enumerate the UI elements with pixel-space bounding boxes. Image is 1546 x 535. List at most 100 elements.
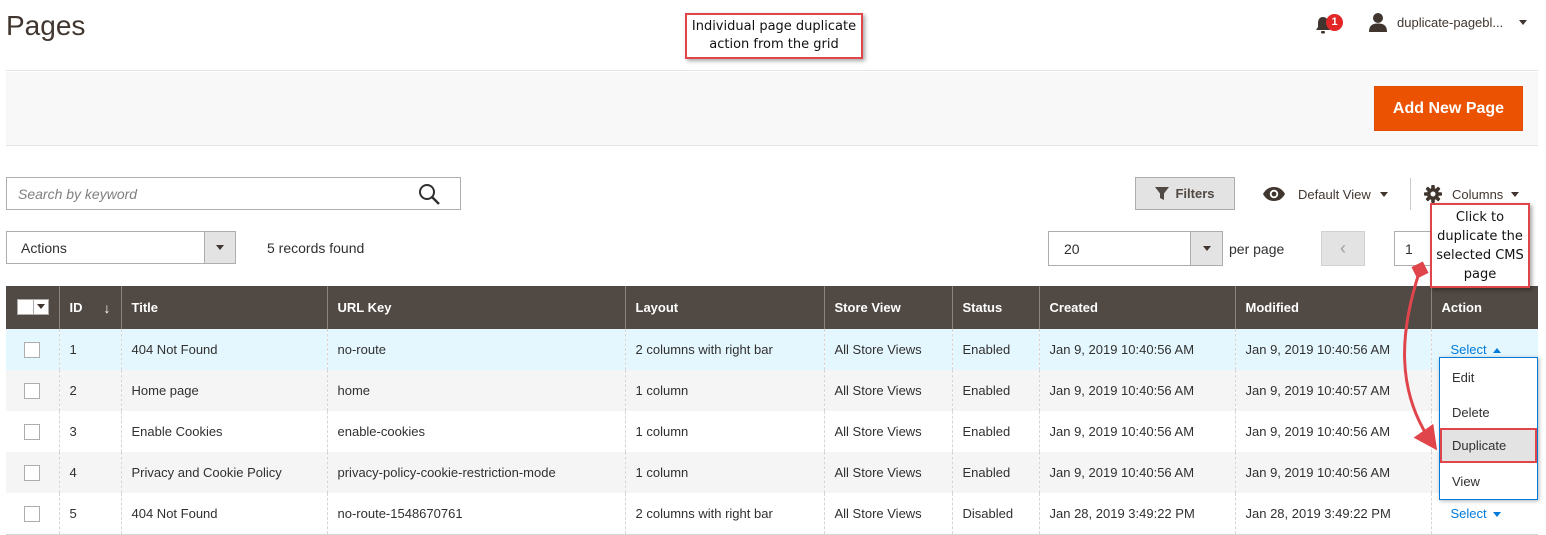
- select-action-link[interactable]: Select: [1451, 506, 1501, 521]
- chevron-down-icon: [1202, 246, 1211, 251]
- current-page-input[interactable]: 1: [1394, 231, 1434, 266]
- row-checkbox[interactable]: [24, 505, 40, 522]
- cell-status: Disabled: [951, 493, 1039, 535]
- user-account-menu[interactable]: duplicate-pagebl...: [1368, 11, 1527, 33]
- table-row[interactable]: 2 Home page home 1 column All Store View…: [6, 370, 1538, 411]
- column-header-title[interactable]: Title: [120, 286, 327, 329]
- pages-grid: ID ↓ Title URL Key Layout Store View Stat…: [6, 286, 1538, 535]
- cell-id: 5: [58, 493, 121, 535]
- cell-created: Jan 9, 2019 10:40:56 AM: [1038, 452, 1235, 493]
- action-menu-item-view[interactable]: View: [1440, 464, 1537, 499]
- per-page-select[interactable]: 20: [1048, 231, 1223, 266]
- select-all-header[interactable]: [6, 286, 59, 329]
- view-label: Default View: [1298, 186, 1371, 202]
- action-menu-item-delete[interactable]: Delete: [1440, 395, 1537, 430]
- column-header-store-view[interactable]: Store View: [823, 286, 952, 329]
- chevron-left-icon: ‹: [1340, 238, 1346, 258]
- cell-store-view: All Store Views: [823, 452, 952, 493]
- cell-id: 1: [58, 329, 121, 370]
- cell-modified: Jan 9, 2019 10:40:56 AM: [1234, 411, 1431, 452]
- cell-store-view: All Store Views: [823, 329, 952, 370]
- action-menu-item-duplicate[interactable]: Duplicate: [1440, 428, 1537, 463]
- table-row[interactable]: 5 404 Not Found no-route-1548670761 2 co…: [6, 493, 1538, 535]
- cell-created: Jan 9, 2019 10:40:56 AM: [1038, 329, 1235, 370]
- chevron-up-icon: [1492, 348, 1501, 354]
- column-header-created[interactable]: Created: [1038, 286, 1235, 329]
- sort-arrow-icon: ↓: [103, 299, 111, 316]
- cell-url-key: privacy-policy-cookie-restriction-mode: [326, 452, 625, 493]
- chevron-down-icon: [1511, 191, 1520, 197]
- row-checkbox[interactable]: [24, 464, 40, 481]
- cell-status: Enabled: [951, 329, 1039, 370]
- gear-icon: [1424, 185, 1442, 203]
- cell-url-key: enable-cookies: [326, 411, 625, 452]
- cell-modified: Jan 9, 2019 10:40:56 AM: [1234, 329, 1431, 370]
- cell-store-view: All Store Views: [823, 370, 952, 411]
- notifications-button[interactable]: 1: [1313, 14, 1343, 36]
- search-icon: [419, 184, 440, 205]
- notification-count-badge: 1: [1326, 14, 1343, 31]
- chevron-down-icon: [1379, 191, 1388, 197]
- chevron-down-icon: [1519, 19, 1527, 25]
- add-new-page-button[interactable]: Add New Page: [1374, 86, 1523, 131]
- cell-layout: 1 column: [624, 452, 824, 493]
- cell-layout: 1 column: [624, 370, 824, 411]
- callout-text: selected CMS: [1436, 248, 1524, 263]
- annotation-callout-top: Individual page duplicate action from th…: [685, 13, 863, 59]
- cell-id: 4: [58, 452, 121, 493]
- cell-modified: Jan 9, 2019 10:40:57 AM: [1234, 370, 1431, 411]
- cell-status: Enabled: [951, 411, 1039, 452]
- cell-status: Enabled: [951, 370, 1039, 411]
- cell-title: 404 Not Found: [120, 329, 327, 370]
- table-row[interactable]: 1 404 Not Found no-route 2 columns with …: [6, 329, 1538, 370]
- callout-text: Individual page duplicate: [691, 19, 857, 34]
- toolbar-divider: [1410, 178, 1411, 210]
- search-box: [6, 177, 461, 210]
- column-header-modified[interactable]: Modified: [1234, 286, 1431, 329]
- cell-title: Home page: [120, 370, 327, 411]
- action-menu-item-edit[interactable]: Edit: [1440, 360, 1537, 395]
- columns-control[interactable]: Columns: [1424, 183, 1520, 205]
- cell-created: Jan 9, 2019 10:40:56 AM: [1038, 370, 1235, 411]
- cell-id: 2: [58, 370, 121, 411]
- page-title: Pages: [6, 10, 86, 41]
- previous-page-button[interactable]: ‹: [1321, 231, 1365, 266]
- row-checkbox[interactable]: [24, 423, 40, 440]
- table-row[interactable]: 3 Enable Cookies enable-cookies 1 column…: [6, 411, 1538, 452]
- cell-url-key: no-route-1548670761: [326, 493, 625, 535]
- column-header-layout[interactable]: Layout: [624, 286, 824, 329]
- cell-layout: 2 columns with right bar: [624, 493, 824, 535]
- cell-status: Enabled: [951, 452, 1039, 493]
- column-header-id[interactable]: ID ↓: [58, 286, 121, 329]
- select-action-link[interactable]: Select: [1451, 342, 1501, 357]
- user-name-label: duplicate-pagebl...: [1397, 14, 1504, 30]
- dropdown-toggle[interactable]: [204, 232, 235, 263]
- search-button[interactable]: [418, 183, 442, 205]
- table-row[interactable]: 4 Privacy and Cookie Policy privacy-poli…: [6, 452, 1538, 493]
- column-header-status[interactable]: Status: [951, 286, 1039, 329]
- row-checkbox[interactable]: [24, 341, 40, 358]
- per-page-label: per page: [1229, 241, 1285, 257]
- cell-modified: Jan 28, 2019 3:49:22 PM: [1234, 493, 1431, 535]
- row-checkbox[interactable]: [24, 382, 40, 399]
- filters-label: Filters: [1175, 186, 1215, 201]
- dropdown-toggle[interactable]: [1190, 232, 1222, 265]
- cell-id: 3: [58, 411, 121, 452]
- mass-actions-label: Actions: [21, 240, 67, 256]
- column-header-url-key[interactable]: URL Key: [326, 286, 625, 329]
- cell-layout: 2 columns with right bar: [624, 329, 824, 370]
- chevron-down-icon: [1492, 511, 1501, 517]
- user-icon: [1369, 13, 1387, 32]
- mass-actions-dropdown[interactable]: Actions: [6, 231, 236, 264]
- view-switcher[interactable]: Default View: [1262, 183, 1388, 205]
- cell-title: 404 Not Found: [120, 493, 327, 535]
- cell-modified: Jan 9, 2019 10:40:56 AM: [1234, 452, 1431, 493]
- grid-header-row: ID ↓ Title URL Key Layout Store View Stat…: [6, 286, 1538, 329]
- cell-layout: 1 column: [624, 411, 824, 452]
- filters-button[interactable]: Filters: [1135, 177, 1235, 210]
- search-input[interactable]: [7, 178, 407, 209]
- row-action-menu: Edit Delete Duplicate View: [1439, 357, 1538, 500]
- callout-text: Click to: [1455, 210, 1505, 225]
- mass-select-checkbox[interactable]: [17, 298, 49, 315]
- cell-url-key: home: [326, 370, 625, 411]
